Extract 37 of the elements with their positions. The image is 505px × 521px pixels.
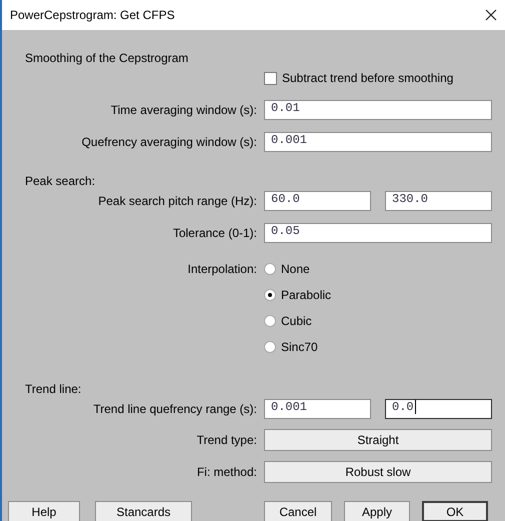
- radio-option[interactable]: Sinc70: [264, 334, 332, 360]
- field-label: Time averaging window (s):: [110, 103, 257, 117]
- section-heading: Peak search:: [24, 173, 96, 190]
- input-field[interactable]: 0.001: [264, 132, 492, 152]
- field-label: Fi: method:: [196, 465, 257, 479]
- field-label: Trend line quefrency range (s):: [92, 402, 257, 416]
- field-label: Tolerance (0-1):: [172, 226, 257, 240]
- radio-icon[interactable]: [264, 341, 276, 353]
- section-heading: Trend line:: [24, 381, 82, 398]
- field-label: Quefrency averaging window (s):: [80, 135, 257, 149]
- section-heading: Smoothing of the Cepstrogram: [24, 50, 188, 67]
- dialog-button[interactable]: Help: [8, 501, 80, 521]
- input-field[interactable]: 0.05: [264, 223, 492, 243]
- field-label: Trend type:: [196, 433, 257, 447]
- checkbox-icon[interactable]: [264, 72, 277, 84]
- input-field[interactable]: 0.01: [264, 100, 492, 120]
- dialog-button[interactable]: Stancards: [95, 501, 192, 521]
- dialog-button[interactable]: Cancel: [264, 501, 332, 521]
- input-field[interactable]: 330.0: [385, 191, 492, 211]
- option-menu[interactable]: Robust slow: [264, 461, 492, 483]
- radio-option[interactable]: None: [264, 256, 332, 282]
- close-icon[interactable]: [485, 9, 497, 21]
- dialog-button[interactable]: OK: [422, 501, 488, 521]
- input-field[interactable]: 60.0: [264, 191, 371, 211]
- window-title: PowerCepstrogram: Get CFPS: [10, 8, 175, 22]
- field-label: Interpolation:: [186, 261, 257, 278]
- dialog-button[interactable]: Apply: [344, 501, 410, 521]
- radio-icon[interactable]: [264, 315, 276, 327]
- option-menu[interactable]: Straight: [264, 429, 492, 451]
- field-label: Peak search pitch range (Hz):: [97, 194, 257, 208]
- subtract-trend-checkbox[interactable]: Subtract trend before smoothing: [264, 71, 454, 85]
- radio-option[interactable]: Parabolic: [264, 282, 332, 308]
- radio-icon[interactable]: [264, 289, 276, 301]
- input-field[interactable]: 0.001: [264, 399, 371, 419]
- radio-icon[interactable]: [264, 263, 276, 275]
- input-field[interactable]: 0.0: [385, 399, 492, 419]
- radio-option[interactable]: Cubic: [264, 308, 332, 334]
